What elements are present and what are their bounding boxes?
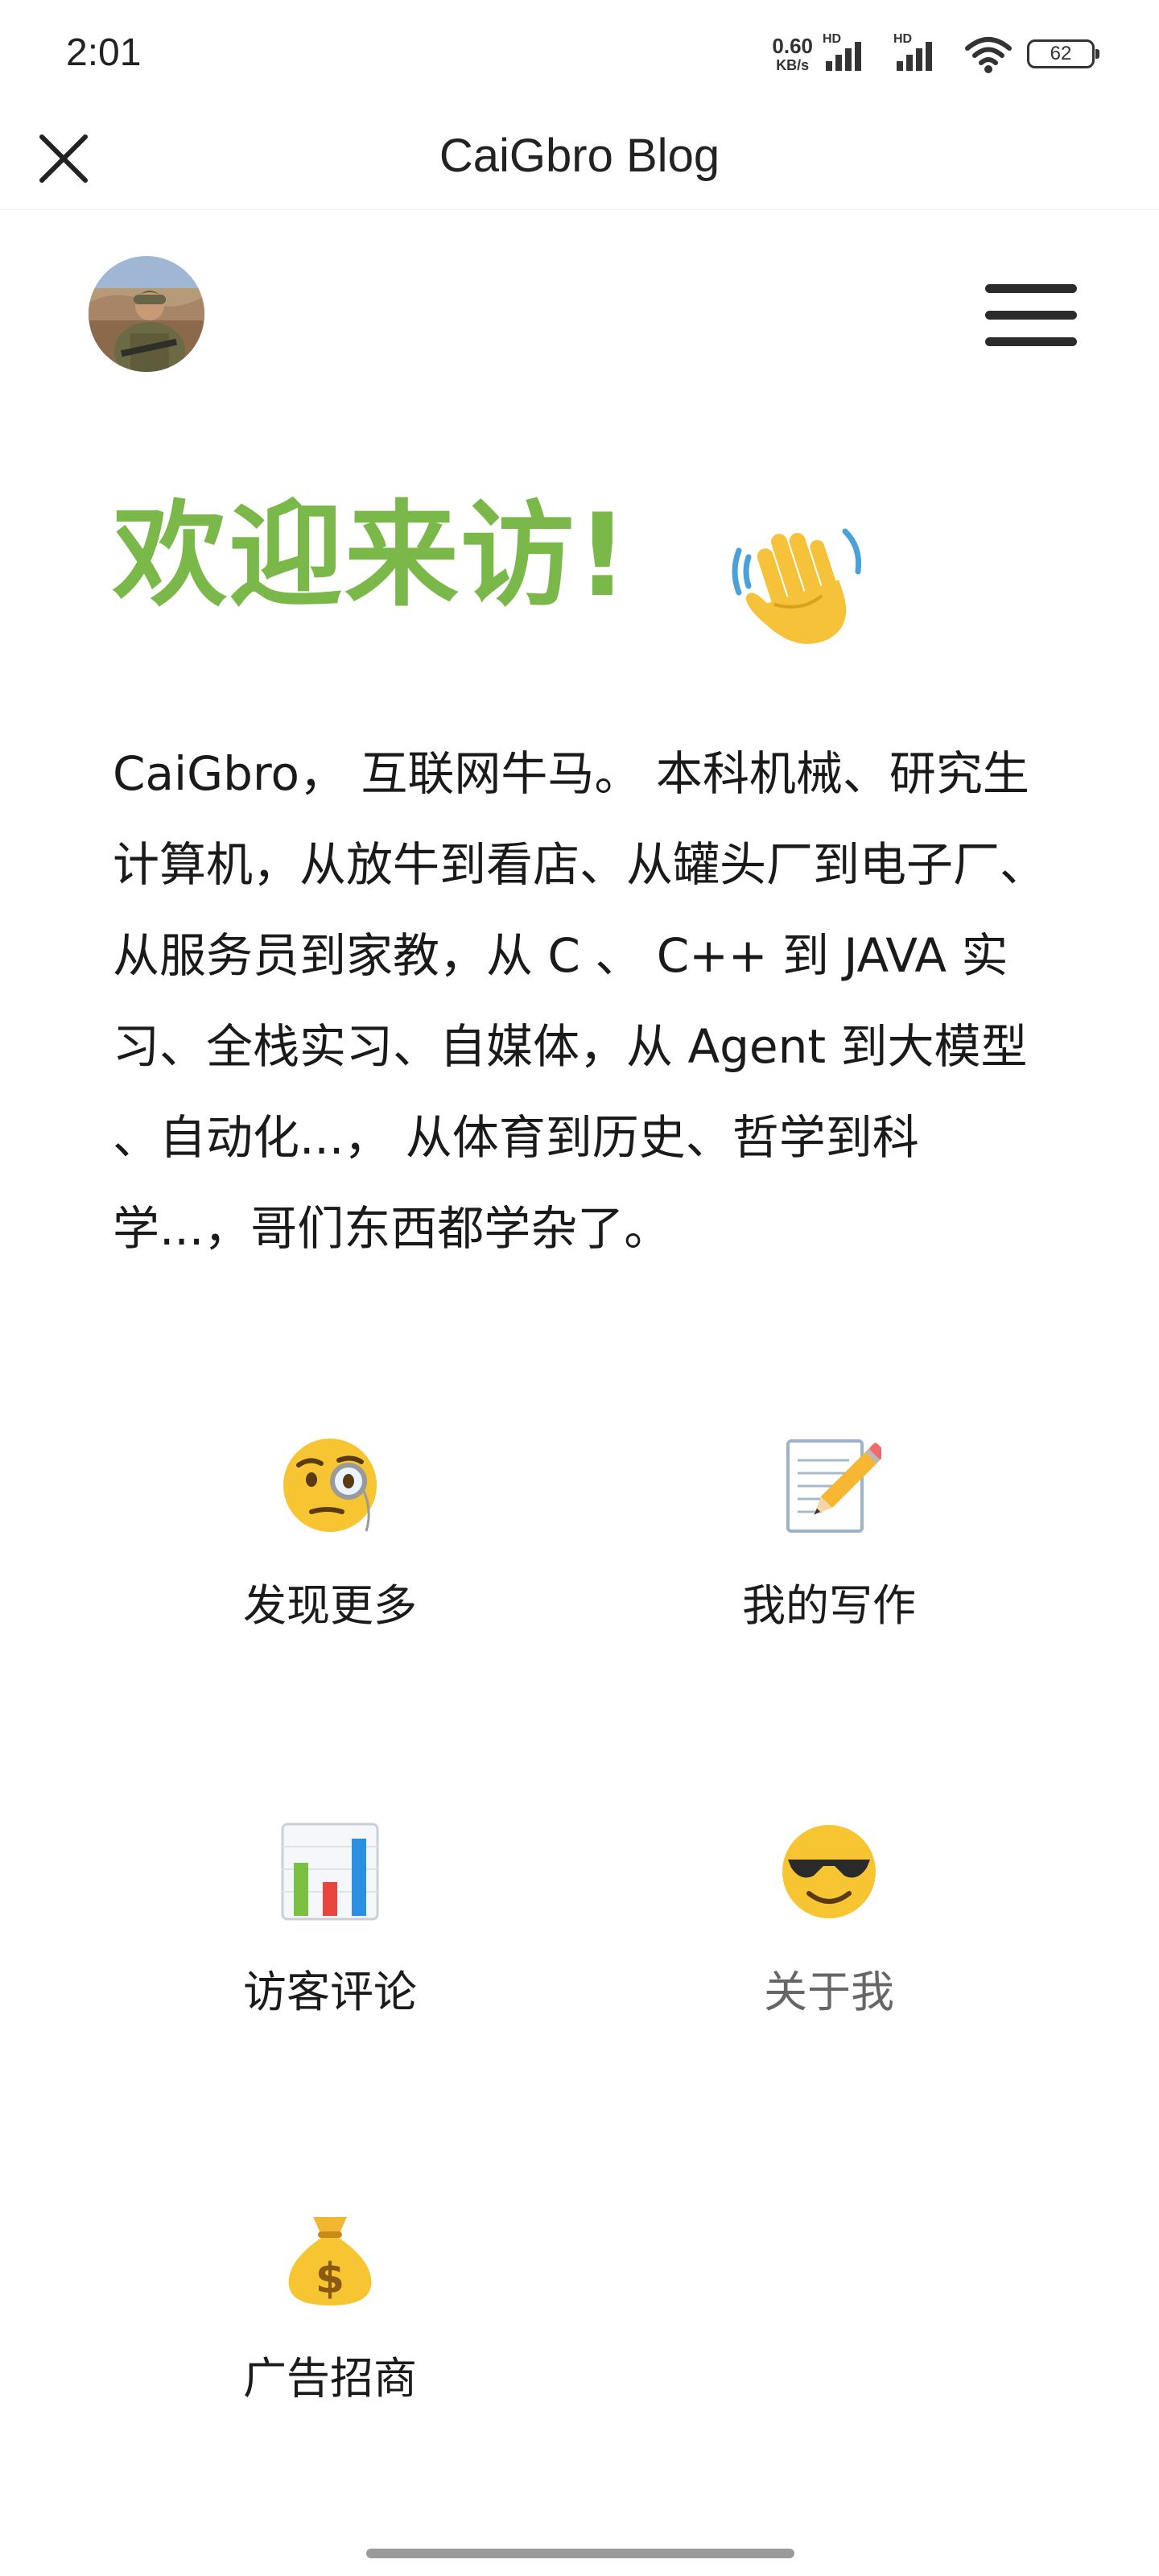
sunglasses-face-icon xyxy=(782,1825,876,1918)
nav-item-comments[interactable]: 访客评论 xyxy=(161,1819,499,2061)
menu-line xyxy=(985,336,1077,346)
menu-line xyxy=(985,283,1077,293)
soldier-photo-icon xyxy=(89,256,204,372)
network-speed-unit: KB/s xyxy=(776,57,810,73)
menu-button[interactable] xyxy=(975,270,1077,359)
nav-label: 访客评论 xyxy=(243,1967,417,2017)
home-indicator[interactable] xyxy=(366,2549,794,2558)
status-time: 2:01 xyxy=(66,31,142,74)
nav-label: 我的写作 xyxy=(742,1580,916,1631)
money-bag-icon: $ xyxy=(288,2217,372,2306)
network-speed: 0.60 KB/s xyxy=(772,35,813,72)
waving-hand-icon xyxy=(732,528,862,644)
nav-label: 发现更多 xyxy=(243,1580,417,1631)
intro-paragraph: CaiGbro， 互联网牛马。 本科机械、研究生计算机，从放牛到看店、从罐头厂到… xyxy=(113,746,1047,1256)
nav-label: 关于我 xyxy=(764,1967,894,2017)
battery-icon: 62 xyxy=(1027,39,1099,68)
bar-chart-icon xyxy=(281,1823,379,1921)
avatar[interactable] xyxy=(89,256,204,372)
battery-level: 62 xyxy=(1050,43,1072,64)
memo-icon xyxy=(786,1439,881,1533)
status-icons: 0.60 KB/s HD HD 62 xyxy=(772,32,1099,76)
monocle-face-icon xyxy=(283,1439,377,1532)
nav-item-ads[interactable]: $ 广告招商 xyxy=(161,2206,499,2447)
network-speed-value: 0.60 xyxy=(772,34,813,58)
menu-line xyxy=(985,310,1077,320)
status-bar: 2:01 0.60 KB/s HD HD 62 xyxy=(0,0,1159,105)
wifi-icon xyxy=(965,37,1012,73)
nav-label: 广告招商 xyxy=(243,2353,417,2404)
signal-sim2-icon: HD xyxy=(893,32,955,76)
nav-item-discover[interactable]: 发现更多 xyxy=(161,1433,499,1674)
app-bar: CaiGbro Blog xyxy=(0,105,1159,210)
nav-item-about[interactable]: 关于我 xyxy=(660,1819,998,2061)
screen: 2:01 0.60 KB/s HD HD 62 CaiGbro Blog 欢迎来… xyxy=(0,0,1159,2576)
signal-sim1-icon: HD xyxy=(823,32,884,76)
nav-item-writing[interactable]: 我的写作 xyxy=(660,1433,998,1674)
hero-title: 欢迎来访! xyxy=(113,489,630,622)
svg-text:$: $ xyxy=(316,2255,344,2303)
app-title: CaiGbro Blog xyxy=(439,130,720,182)
